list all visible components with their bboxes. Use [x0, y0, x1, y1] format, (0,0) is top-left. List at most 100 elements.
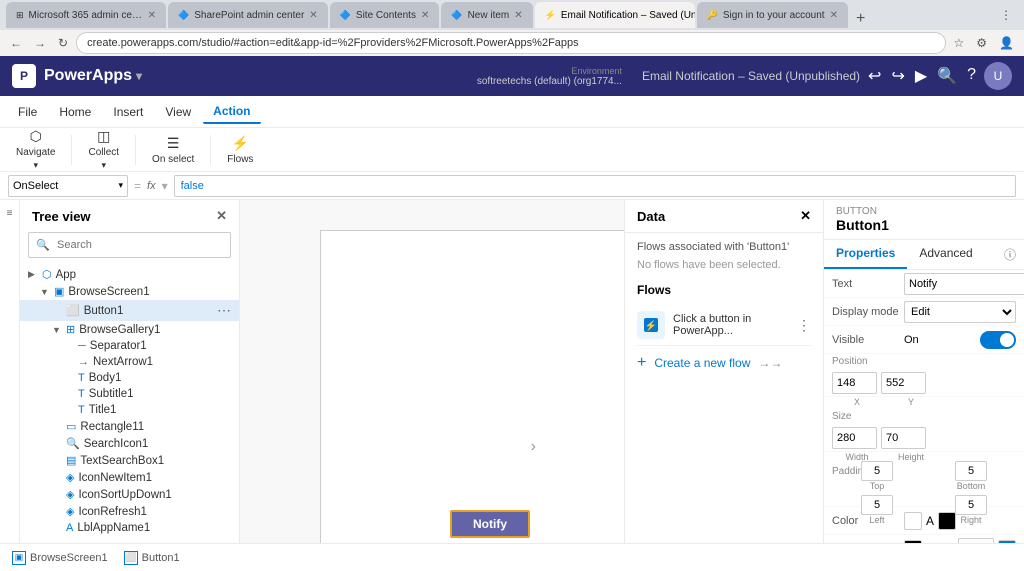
tree-item-title1[interactable]: T Title1 [20, 402, 239, 418]
tab-close-newitem[interactable]: ✕ [514, 10, 522, 21]
formula-selector[interactable]: OnSelect ▾ [8, 175, 128, 197]
forward-button[interactable]: → [30, 34, 50, 52]
status-button1[interactable]: ⬜ Button1 [124, 551, 180, 565]
pos-y-input[interactable] [881, 372, 926, 394]
menu-home[interactable]: Home [49, 101, 101, 123]
back-button[interactable]: ← [6, 34, 26, 52]
add-flow-button[interactable]: + Create a new flow →→ [637, 346, 811, 380]
tree-item-iconnewitem1[interactable]: ◈ IconNewItem1 [20, 469, 239, 486]
data-flow-item[interactable]: ⚡ Click a button in PowerApp... ⋮ [637, 305, 811, 346]
play-icon[interactable]: ▶ [915, 66, 927, 86]
ribbon-flows[interactable]: ⚡ Flows [219, 131, 261, 169]
tab-email-notification[interactable]: ⚡ Email Notification – Saved (Un... ✕ [535, 2, 695, 28]
border-fill-swatch[interactable] [998, 540, 1016, 544]
canvas-screen[interactable] [320, 230, 624, 543]
tree-item-subtitle1[interactable]: T Subtitle1 [20, 386, 239, 402]
color-swatch-bg[interactable] [938, 512, 956, 530]
menu-file[interactable]: File [8, 101, 47, 123]
tab-sharepoint[interactable]: 🔷 SharePoint admin center ✕ [168, 2, 328, 28]
toggle-icon[interactable]: ≡ [7, 208, 13, 219]
canvas-notify-button[interactable]: Notify [450, 510, 530, 538]
tree-item-label: LblAppName1 [77, 522, 150, 534]
tab-close-sharepoint[interactable]: ✕ [309, 10, 317, 21]
border-width-input[interactable] [958, 538, 994, 544]
tree-item-lblappname1[interactable]: A LblAppName1 [20, 520, 239, 536]
help-icon[interactable]: ? [967, 66, 976, 86]
tree-item-body1[interactable]: T Body1 [20, 370, 239, 386]
tab-close-signin[interactable]: ✕ [830, 10, 838, 21]
undo-icon[interactable]: ↩ [868, 66, 881, 86]
tree-item-textsearchbox1[interactable]: ▤ TextSearchBox1 [20, 452, 239, 469]
menu-insert[interactable]: Insert [103, 101, 153, 123]
text-icon: T [78, 388, 85, 400]
tab-site-contents[interactable]: 🔷 Site Contents ✕ [330, 2, 440, 28]
tree-item-iconsortupdown1[interactable]: ◈ IconSortUpDown1 [20, 486, 239, 503]
props-tab-properties[interactable]: Properties [824, 240, 907, 269]
data-panel-close-icon[interactable]: ✕ [800, 208, 811, 224]
border-color-swatch[interactable] [904, 540, 922, 544]
left-panel-toggle[interactable]: ≡ [0, 200, 20, 543]
ribbon-onselect[interactable]: ☰ On select [144, 131, 202, 169]
canvas-area[interactable]: ListFlow ↻ ⏸ + ✕ 🔍 Search items › Notify [240, 200, 624, 543]
height-input[interactable] [881, 427, 926, 449]
tree-item-label: BrowseScreen1 [68, 286, 149, 298]
menu-view[interactable]: View [155, 101, 201, 123]
color-a-label: A [926, 514, 934, 528]
tree-item-app[interactable]: ▶ ⬡ App [20, 266, 239, 283]
tree-item-browsescreen1[interactable]: ▼ ▣ BrowseScreen1 [20, 283, 239, 300]
flow-more-icon[interactable]: ⋮ [797, 317, 811, 334]
tab-close-m365[interactable]: ✕ [148, 10, 156, 21]
tree-item-label: Button1 [84, 305, 124, 317]
tab-close-site[interactable]: ✕ [421, 10, 429, 21]
star-button[interactable]: ☆ [950, 34, 969, 52]
canvas-nav-arrow[interactable]: › [531, 438, 536, 456]
pad-top-label: Top [870, 481, 885, 491]
arrow-icon: → [78, 356, 89, 368]
tree-item-iconrefresh1[interactable]: ◈ IconRefresh1 [20, 503, 239, 520]
tree-item-label: IconSortUpDown1 [78, 489, 171, 501]
visible-toggle[interactable] [980, 331, 1016, 349]
pad-top-input[interactable] [861, 461, 893, 481]
pos-x-input[interactable] [832, 372, 877, 394]
tree-item-searchicon1[interactable]: 🔍 SearchIcon1 [20, 435, 239, 452]
width-input[interactable] [832, 427, 877, 449]
displaymode-select[interactable]: Edit [904, 301, 1016, 323]
tree-item-rectangle11[interactable]: ▭ Rectangle11 [20, 418, 239, 435]
user-avatar[interactable]: U [984, 62, 1012, 90]
tree-item-nextarrow1[interactable]: → NextArrow1 [20, 354, 239, 370]
status-screen-label: BrowseScreen1 [30, 552, 108, 564]
tab-m365[interactable]: ⊞ Microsoft 365 admin center – ✕ [6, 2, 166, 28]
tree-item-browsegallery1[interactable]: ▼ ⊞ BrowseGallery1 [20, 321, 239, 338]
tree-close-icon[interactable]: ✕ [216, 208, 227, 224]
tree-item-button1[interactable]: ⬜ Button1 ⋯ [20, 300, 239, 321]
formula-input[interactable] [174, 175, 1016, 197]
textbox-icon: ▤ [66, 454, 76, 467]
redo-icon[interactable]: ↪ [891, 66, 904, 86]
flow-text: Click a button in PowerApp... [673, 313, 789, 337]
text-input[interactable] [904, 273, 1024, 295]
color-swatch-fg[interactable] [904, 512, 922, 530]
props-tab-advanced[interactable]: Advanced [907, 240, 984, 269]
menu-action[interactable]: Action [203, 100, 260, 124]
browser-menu-icon[interactable]: ⋮ [994, 8, 1018, 22]
chevron-icon: ▼ [52, 325, 62, 335]
pad-bottom-input[interactable] [955, 461, 987, 481]
status-browsescreen[interactable]: ▣ BrowseScreen1 [12, 551, 108, 565]
chevron-icon: ▶ [28, 269, 38, 280]
search-header-icon[interactable]: 🔍 [937, 66, 957, 86]
item-more-icon[interactable]: ⋯ [217, 302, 231, 319]
ribbon-navigate[interactable]: ⬡ Navigate ▾ [8, 124, 63, 175]
tree-item-separator1[interactable]: ─ Separator1 [20, 338, 239, 354]
tab-new-item[interactable]: 🔷 New item ✕ [441, 2, 532, 28]
reload-button[interactable]: ↻ [54, 34, 72, 52]
browser-settings-icon[interactable]: ⚙ [972, 34, 991, 52]
tree-search-input[interactable] [28, 232, 231, 258]
border-inputs [904, 538, 1016, 544]
person-icon[interactable]: 👤 [995, 34, 1018, 52]
address-bar[interactable] [76, 32, 945, 54]
tree-item-label: IconNewItem1 [78, 472, 152, 484]
new-tab-button[interactable]: + [850, 10, 871, 28]
tab-signin[interactable]: 🔑 Sign in to your account ✕ [697, 2, 848, 28]
props-info-icon[interactable]: ⓘ [996, 240, 1024, 269]
ribbon-collect[interactable]: ◫ Collect ▾ [80, 124, 127, 175]
